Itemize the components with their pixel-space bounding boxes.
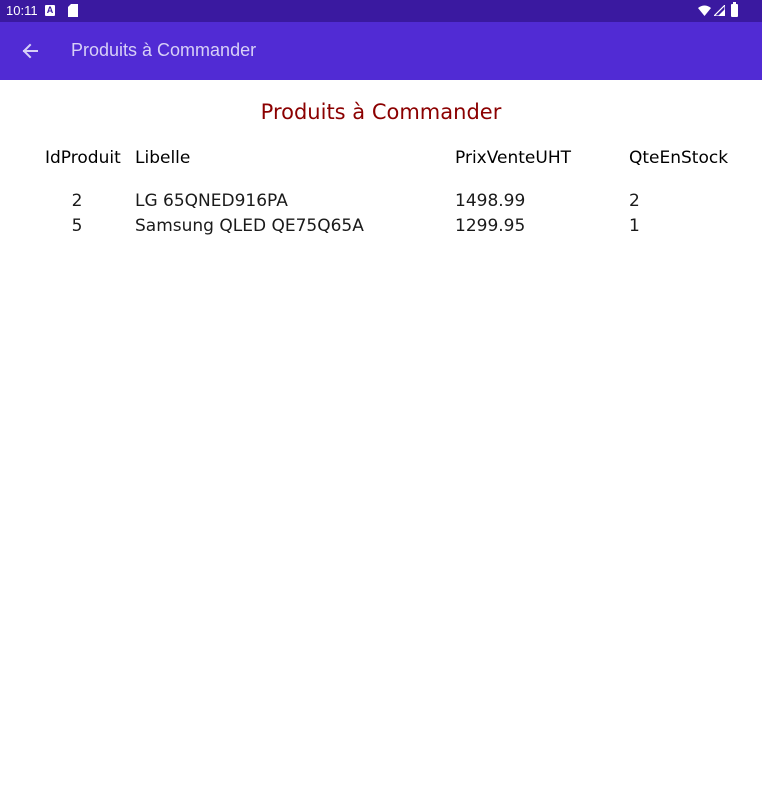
battery-icon [731,2,738,17]
a-icon: A [45,5,55,16]
app-bar-title: Produits à Commander [71,40,257,60]
table-header-row: IdProduit Libelle PrixVenteUHT QteEnStoc… [0,148,762,172]
wifi-icon [698,5,711,16]
column-header-idproduit: IdProduit [45,148,121,168]
cell-prixventeuht: 1299.95 [455,216,526,236]
cell-libelle: LG 65QNED916PA [135,191,288,211]
column-header-prixventeuht: PrixVenteUHT [455,148,572,168]
app-bar: Produits à Commander [0,22,762,80]
status-time: 10:11 [6,3,38,18]
column-header-qteenstock: QteEnStock [629,148,729,168]
cell-prixventeuht: 1498.99 [455,191,526,211]
table-row: 2 LG 65QNED916PA 1498.99 2 [0,191,762,215]
back-button[interactable] [14,35,46,67]
cell-libelle: Samsung QLED QE75Q65A [135,216,364,236]
cell-idproduit: 5 [71,216,83,236]
page-title: Produits à Commander [260,100,502,124]
column-header-libelle: Libelle [135,148,191,168]
sd-card-icon [68,4,78,17]
table-row: 5 Samsung QLED QE75Q65A 1299.95 1 [0,216,762,240]
signal-icon [714,5,725,16]
cell-qteenstock: 1 [629,216,640,236]
cell-idproduit: 2 [71,191,83,211]
cell-qteenstock: 2 [629,191,640,211]
status-bar: 10:11 A [0,0,762,22]
arrow-left-icon [22,43,38,59]
